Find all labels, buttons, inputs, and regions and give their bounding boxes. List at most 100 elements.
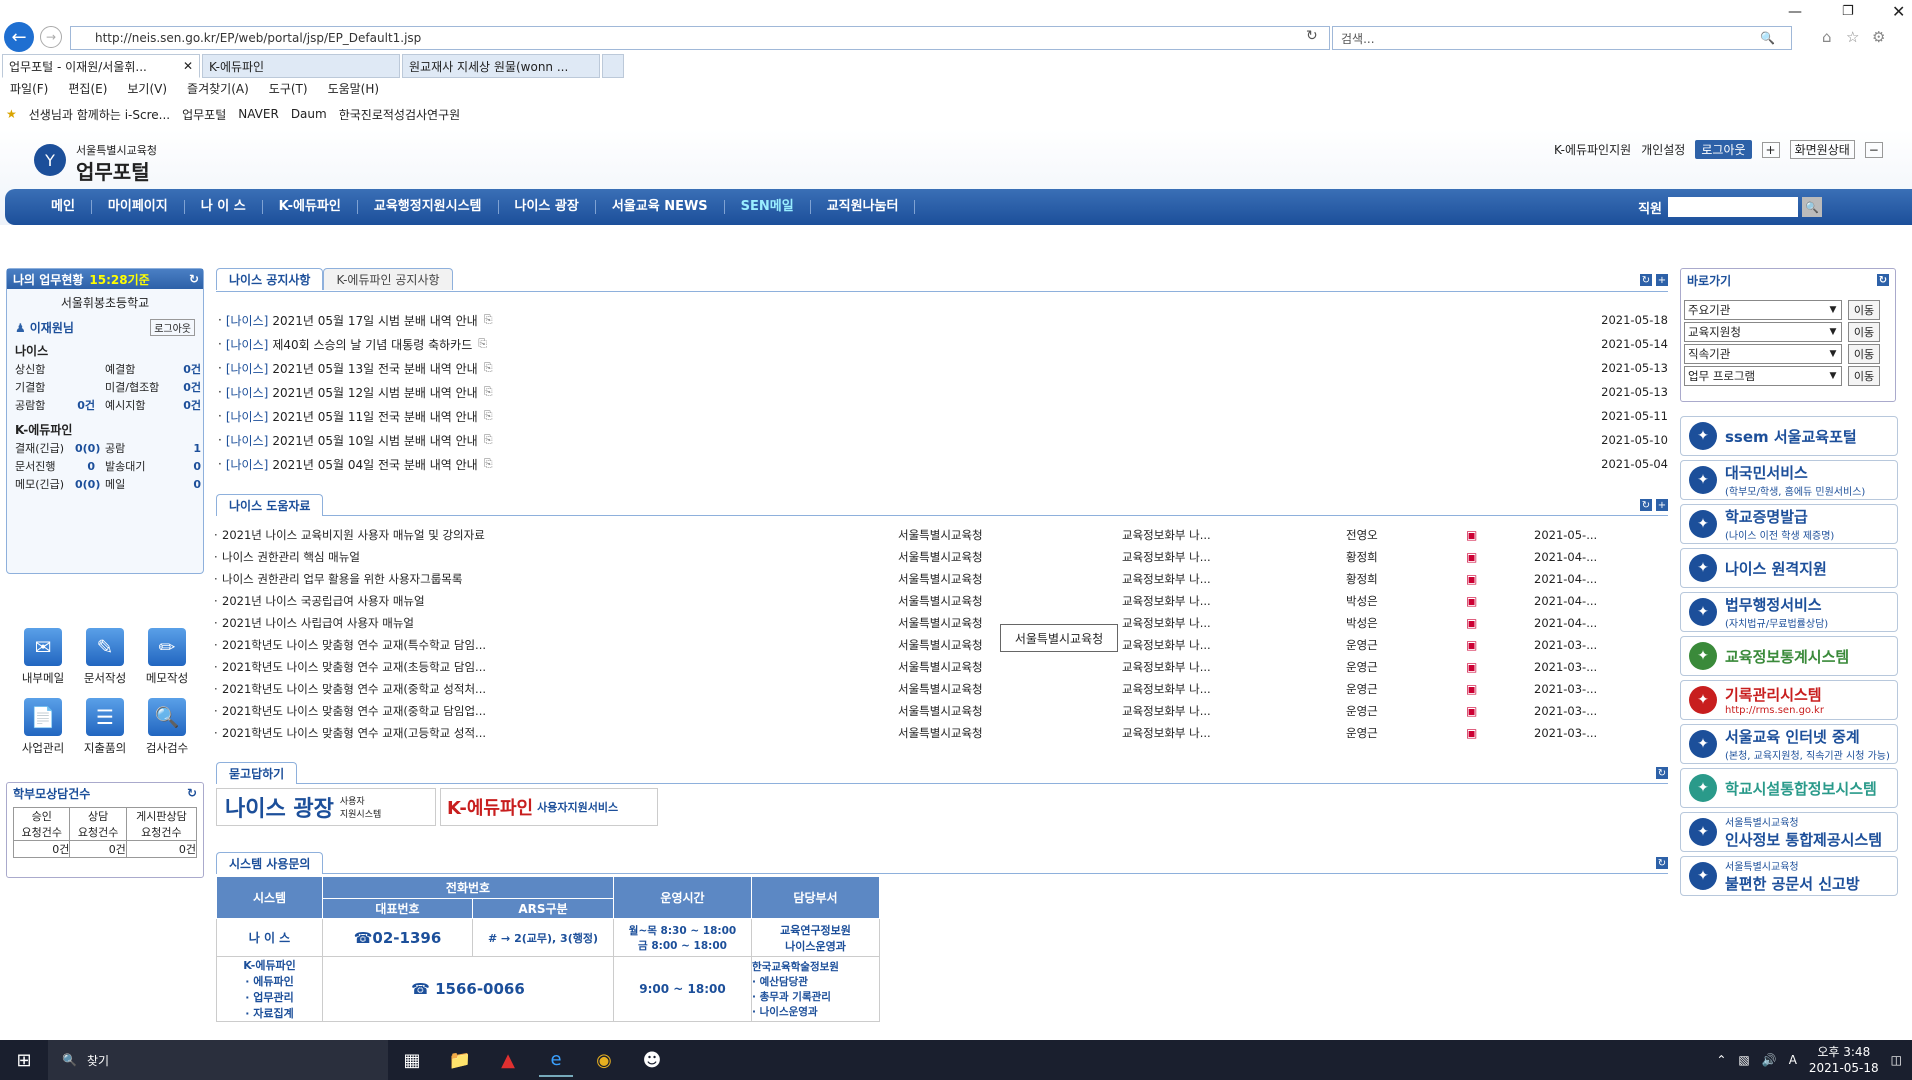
quick-banner[interactable]: ✦ 법무행정서비스 (자치법규/무료법률상담): [1680, 592, 1898, 632]
status-cell[interactable]: 0건: [181, 361, 201, 379]
app-memo-write[interactable]: ✏ 메모작성: [138, 628, 196, 686]
gnb-share[interactable]: 교직원나눔터: [811, 200, 916, 214]
logout-button[interactable]: 로그아웃: [1695, 140, 1752, 159]
left-logout-button[interactable]: 로그아웃: [150, 319, 195, 336]
back-button[interactable]: ←: [4, 22, 34, 52]
app-mail[interactable]: ✉ 내부메일: [14, 628, 72, 686]
refresh-icon[interactable]: ↻: [1306, 28, 1318, 44]
quick-banner[interactable]: ✦ 서울특별시교육청 불편한 공문서 신고방: [1680, 856, 1898, 896]
help-item[interactable]: 2021년 나이스 사립급여 사용자 매뉴얼 서울특별시교육청 교육정보화부 나..…: [214, 612, 1598, 634]
app-project-manage[interactable]: 📄 사업관리: [14, 698, 72, 756]
help-title[interactable]: 나이스 권한관리 핵심 매뉴얼: [222, 549, 360, 565]
notice-item[interactable]: · [나이스] 2021년 05월 04일 전국 분배 내역 안내 ⎘ 2021-05-…: [218, 452, 1668, 476]
go-button[interactable]: 이동: [1848, 322, 1880, 342]
gnb-mypage[interactable]: 마이페이지: [92, 200, 185, 214]
fav-daum[interactable]: Daum: [291, 107, 327, 121]
help-title[interactable]: 2021학년도 나이스 맞춤형 연수 교재(특수학교 담임...: [222, 637, 486, 653]
home-icon[interactable]: ⌂: [1822, 28, 1832, 46]
clock-date[interactable]: 2021-05-18: [1809, 1060, 1879, 1076]
internet-explorer-icon[interactable]: e: [539, 1043, 573, 1077]
quick-banner[interactable]: ✦ 기록관리시스템 http://rms.sen.go.kr: [1680, 680, 1898, 720]
new-tab-button[interactable]: [602, 54, 624, 78]
download-icon[interactable]: ▣: [1466, 638, 1477, 652]
count-board[interactable]: 0건: [125, 840, 198, 858]
download-icon[interactable]: ▣: [1466, 616, 1477, 630]
status-cell[interactable]: 0건: [181, 397, 201, 415]
help-item[interactable]: 2021학년도 나이스 맞춤형 연수 교재(중학교 담임업... 서울특별시교육청…: [214, 700, 1598, 722]
tab-neis-help[interactable]: 나이스 도움자료: [216, 494, 324, 516]
menu-view[interactable]: 보기(V): [117, 78, 177, 100]
notice-title[interactable]: 2021년 05월 12일 시범 분배 내역 안내: [272, 384, 477, 401]
notice-item[interactable]: · [나이스] 2021년 05월 17일 시범 분배 내역 안내 ⎘ 2021-05-…: [218, 308, 1668, 332]
acrobat-icon[interactable]: ▲: [491, 1043, 525, 1077]
download-icon[interactable]: ▣: [1466, 726, 1477, 740]
status-cell[interactable]: 0(0): [75, 476, 100, 494]
help-title[interactable]: 나이스 권한관리 업무 활용을 위한 사용자그룹목록: [222, 571, 462, 587]
notice-title[interactable]: 2021년 05월 17일 시범 분배 내역 안내: [272, 312, 477, 329]
neis-square-banner[interactable]: 나이스 광장 사용자 지원시스템: [216, 788, 436, 826]
refresh-icon[interactable]: ↻: [189, 272, 199, 286]
status-cell[interactable]: 0: [181, 458, 201, 476]
personal-settings-link[interactable]: 개인설정: [1641, 141, 1685, 158]
minimize-button[interactable]: —: [1788, 4, 1802, 20]
go-button[interactable]: 이동: [1848, 300, 1880, 320]
fav-career[interactable]: 한국진로적성검사연구원: [339, 106, 460, 123]
gnb-edufine[interactable]: K-에듀파인: [263, 200, 358, 214]
gnb-main[interactable]: 메인: [35, 200, 92, 214]
quick-banner[interactable]: ✦ ssem 서울교육포털: [1680, 416, 1898, 456]
help-item[interactable]: 2021년 나이스 교육비지원 사용자 매뉴얼 및 강의자료 서울특별시교육청 교육…: [214, 524, 1598, 546]
count-counsel[interactable]: 0건: [69, 840, 127, 858]
app-document-write[interactable]: ✎ 문서작성: [76, 628, 134, 686]
clock-time[interactable]: 오후 3:48: [1809, 1044, 1879, 1060]
download-icon[interactable]: ▣: [1466, 660, 1477, 674]
help-item[interactable]: 2021학년도 나이스 맞춤형 연수 교재(초등학교 담임... 서울특별시교육청…: [214, 656, 1598, 678]
forward-button[interactable]: →: [40, 26, 62, 48]
status-cell[interactable]: 0: [75, 458, 95, 476]
quick-banner[interactable]: ✦ 나이스 원격지원: [1680, 548, 1898, 588]
portal-title[interactable]: 업무포털: [76, 156, 150, 185]
tab-portal[interactable]: 업무포털 - 이재원/서울휘... ✕: [2, 54, 200, 78]
browser-search-input[interactable]: 검색... 🔍: [1332, 26, 1792, 50]
menu-edit[interactable]: 편집(E): [58, 78, 117, 100]
close-window-button[interactable]: ✕: [1892, 2, 1905, 21]
volume-icon[interactable]: 🔊: [1762, 1053, 1777, 1067]
notice-item[interactable]: · [나이스] 2021년 05월 11일 전국 분배 내역 안내 ⎘ 2021-05-…: [218, 404, 1668, 428]
file-explorer-icon[interactable]: 📁: [443, 1043, 477, 1077]
quick-banner[interactable]: ✦ 서울교육 인터넷 중계 (본청, 교육지원청, 직속기관 시청 가능): [1680, 724, 1898, 764]
status-cell[interactable]: 0건: [75, 397, 95, 415]
download-icon[interactable]: ▣: [1466, 572, 1477, 586]
staff-search-input[interactable]: [1668, 197, 1798, 217]
gnb-neis-square[interactable]: 나이스 광장: [499, 200, 596, 214]
more-icon[interactable]: +: [1656, 499, 1668, 511]
help-title[interactable]: 2021학년도 나이스 맞춤형 연수 교재(중학교 성적처...: [222, 681, 486, 697]
help-item[interactable]: 나이스 권한관리 업무 활용을 위한 사용자그룹목록 서울특별시교육청 교육정보화부…: [214, 568, 1598, 590]
help-item[interactable]: 2021학년도 나이스 맞춤형 연수 교재(특수학교 담임... 서울특별시교육청…: [214, 634, 1598, 656]
quick-select[interactable]: 주요기관 ▼: [1684, 300, 1842, 320]
status-cell[interactable]: [75, 379, 95, 397]
quick-banner[interactable]: ✦ 대국민서비스 (학부모/학생, 홈에듀 민원서비스): [1680, 460, 1898, 500]
download-icon[interactable]: ▣: [1466, 528, 1477, 542]
notice-title[interactable]: 2021년 05월 11일 전국 분배 내역 안내: [272, 408, 477, 425]
menu-help[interactable]: 도움말(H): [318, 78, 390, 100]
download-icon[interactable]: ▣: [1466, 594, 1477, 608]
help-title[interactable]: 2021년 나이스 교육비지원 사용자 매뉴얼 및 강의자료: [222, 527, 485, 543]
notification-icon[interactable]: ◫: [1891, 1053, 1902, 1067]
tab-edufine-notice[interactable]: K-에듀파인 공지사항: [323, 268, 453, 290]
help-item[interactable]: 2021학년도 나이스 맞춤형 연수 교재(고등학교 성적... 서울특별시교육청…: [214, 722, 1598, 744]
network-icon[interactable]: ▧: [1738, 1053, 1749, 1067]
chrome-icon[interactable]: ◉: [587, 1043, 621, 1077]
help-title[interactable]: 2021년 나이스 사립급여 사용자 매뉴얼: [222, 615, 414, 631]
close-tab-icon[interactable]: ✕: [183, 59, 193, 73]
help-item[interactable]: 2021학년도 나이스 맞춤형 연수 교재(중학교 성적처... 서울특별시교육청…: [214, 678, 1598, 700]
help-item[interactable]: 나이스 권한관리 핵심 매뉴얼 서울특별시교육청 교육정보화부 나... 황정희 ▣ 20…: [214, 546, 1598, 568]
status-cell[interactable]: 0건: [181, 379, 201, 397]
notice-title[interactable]: 2021년 05월 10일 시범 분배 내역 안내: [272, 432, 477, 449]
refresh-icon[interactable]: ↻: [1640, 499, 1652, 511]
download-icon[interactable]: ▣: [1466, 704, 1477, 718]
quick-select[interactable]: 교육지원청 ▼: [1684, 322, 1842, 342]
notice-item[interactable]: · [나이스] 제40회 스승의 날 기념 대통령 축하카드 ⎘ 2021-05-14: [218, 332, 1668, 356]
app-inspection[interactable]: 🔍 검사검수: [138, 698, 196, 756]
minus-button[interactable]: −: [1864, 141, 1883, 158]
notice-title[interactable]: 2021년 05월 13일 전국 분배 내역 안내: [272, 360, 477, 377]
logo-icon[interactable]: Y: [34, 144, 66, 176]
